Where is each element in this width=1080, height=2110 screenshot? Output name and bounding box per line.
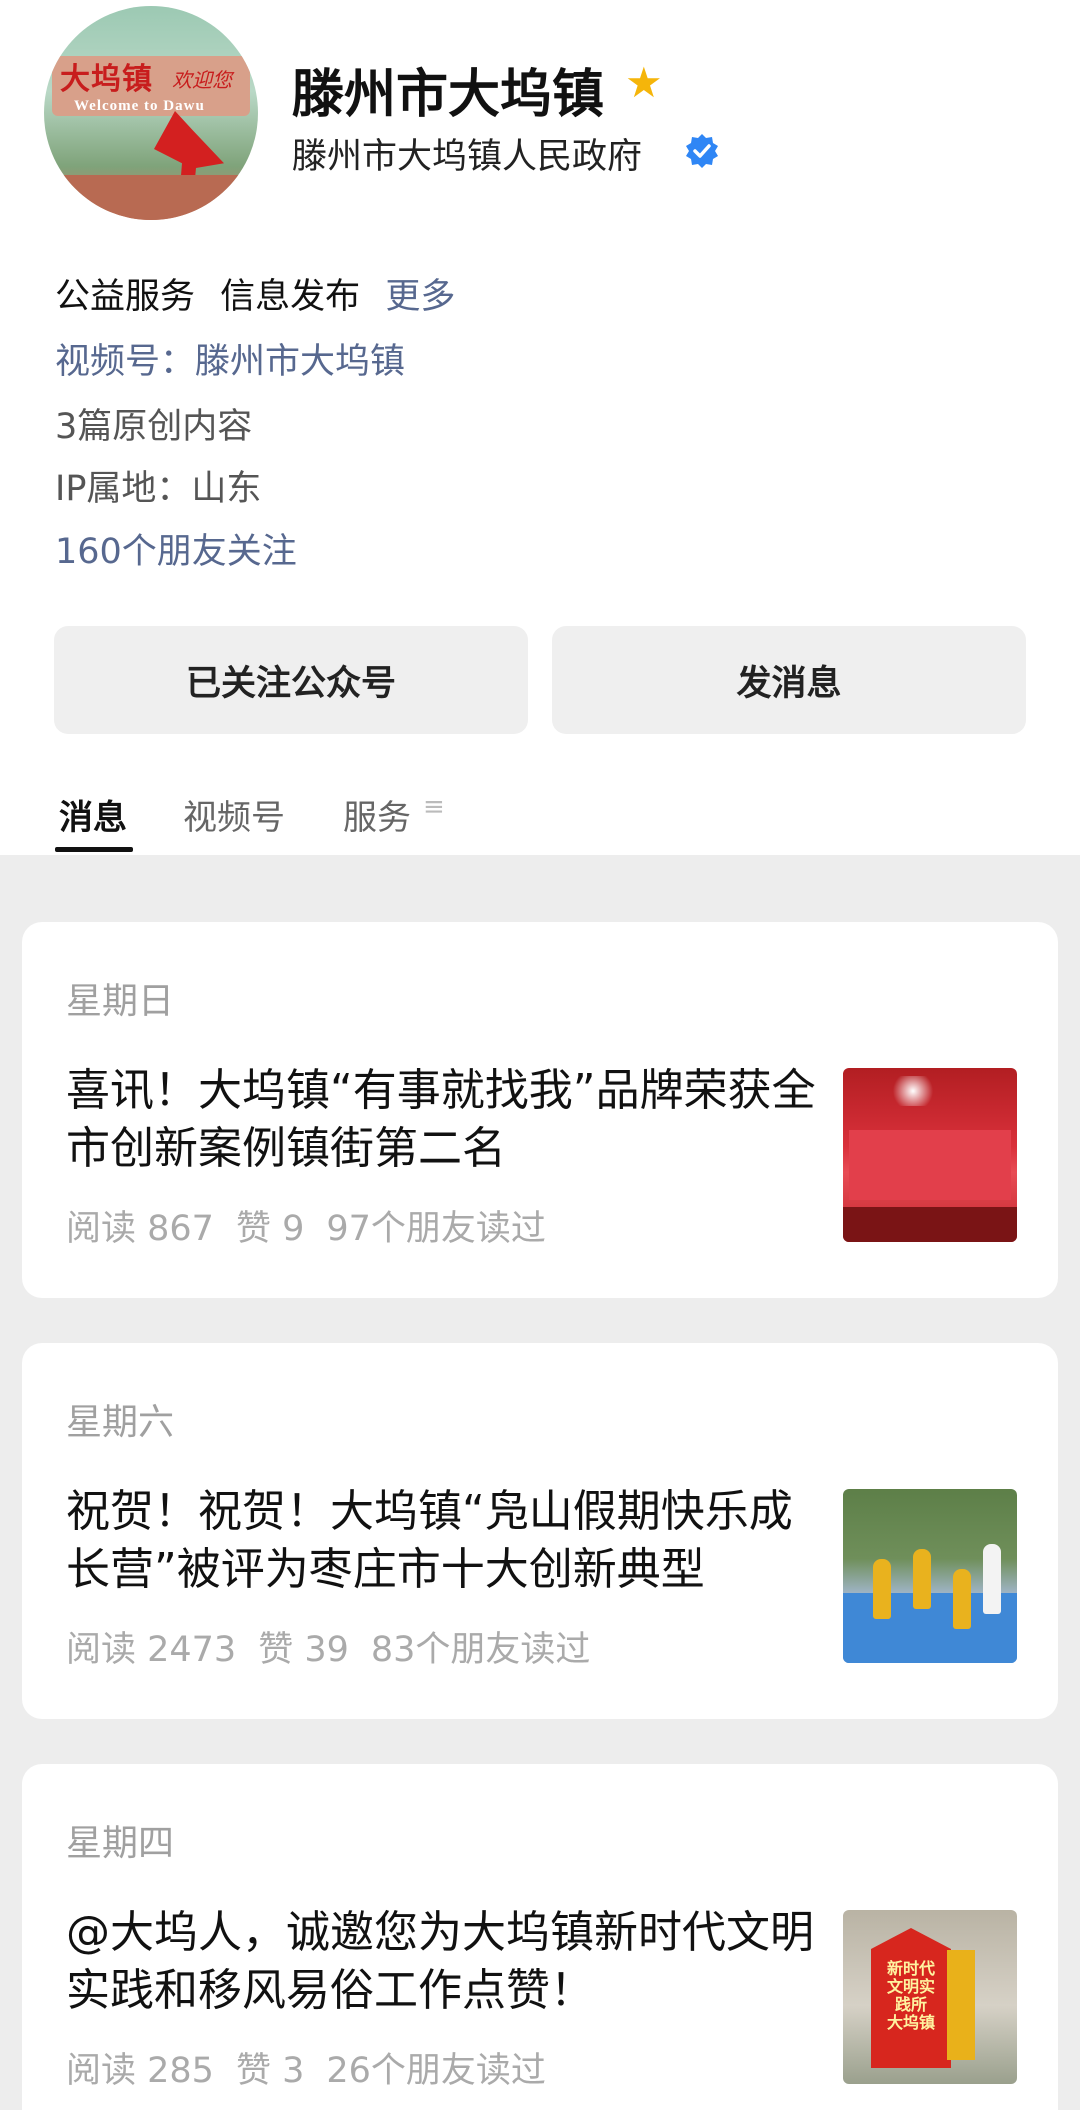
- friends-read: 97个朋友读过: [326, 1209, 546, 1249]
- friends-read: 26个朋友读过: [326, 2051, 546, 2091]
- active-tab-indicator: [55, 847, 133, 852]
- friends-read: 83个朋友读过: [370, 1630, 591, 1670]
- avatar[interactable]: 大坞镇 欢迎您 Welcome to Dawu: [44, 6, 258, 220]
- article-title[interactable]: @大坞人，诚邀您为大坞镇新时代文明实践和移风易俗工作点赞！: [66, 1904, 836, 2020]
- account-org[interactable]: 滕州市大坞镇人民政府: [292, 128, 642, 179]
- message-feed: 星期日 喜讯！大坞镇“有事就找我”品牌荣获全市创新案例镇街第二名 阅读 867 赞…: [0, 855, 1080, 2110]
- article-card[interactable]: 星期四 @大坞人，诚邀您为大坞镇新时代文明实践和移风易俗工作点赞！ 阅读 285…: [22, 1764, 1058, 2110]
- like-count: 赞 9: [235, 1209, 305, 1249]
- article-thumbnail[interactable]: [843, 1068, 1017, 1242]
- article-card[interactable]: 星期日 喜讯！大坞镇“有事就找我”品牌荣获全市创新案例镇街第二名 阅读 867 赞…: [22, 922, 1058, 1298]
- article-thumbnail[interactable]: [843, 1489, 1017, 1663]
- article-card[interactable]: 星期六 祝贺！祝贺！大坞镇“凫山假期快乐成长营”被评为枣庄市十大创新典型 阅读 …: [22, 1343, 1058, 1719]
- article-thumbnail[interactable]: 新时代 文明实践所 大坞镇: [843, 1910, 1017, 2084]
- read-count: 阅读 2473: [66, 1630, 237, 1670]
- article-day: 星期六: [66, 1402, 175, 1443]
- service-tags: 公益服务 信息发布 更多: [55, 268, 469, 319]
- original-content-count: 3篇原创内容: [55, 407, 253, 447]
- more-link[interactable]: 更多: [385, 277, 455, 317]
- tag-info-release: 信息发布: [220, 277, 361, 317]
- article-day: 星期四: [66, 1823, 175, 1864]
- avatar-text: 大坞镇: [60, 62, 153, 97]
- article-title[interactable]: 祝贺！祝贺！大坞镇“凫山假期快乐成长营”被评为枣庄市十大创新典型: [66, 1483, 836, 1599]
- tab-messages[interactable]: 消息: [59, 790, 127, 839]
- avatar-text-secondary: 欢迎您: [172, 68, 232, 92]
- profile-header: 大坞镇 欢迎您 Welcome to Dawu 滕州市大坞镇 ★ 滕州市大坞镇人…: [0, 0, 1080, 855]
- like-count: 赞 3: [235, 2051, 305, 2091]
- article-stats: 阅读 285 赞 3 26个朋友读过: [66, 2042, 568, 2093]
- avatar-subtext: Welcome to Dawu: [74, 98, 205, 114]
- menu-icon[interactable]: ≡: [423, 792, 445, 822]
- tag-public-service: 公益服务: [55, 277, 196, 317]
- tab-service[interactable]: 服务: [343, 790, 411, 839]
- account-name: 滕州市大坞镇: [292, 65, 605, 125]
- followed-button[interactable]: 已关注公众号: [54, 626, 528, 734]
- verified-badge-icon: [686, 134, 718, 168]
- star-icon[interactable]: ★: [625, 62, 663, 104]
- send-message-button[interactable]: 发消息: [552, 626, 1026, 734]
- sign-text: 新时代 文明实践所 大坞镇: [886, 1959, 935, 2032]
- article-day: 星期日: [66, 981, 175, 1022]
- tab-video[interactable]: 视频号: [183, 790, 285, 839]
- article-stats: 阅读 867 赞 9 97个朋友读过: [66, 1200, 568, 1251]
- ip-location: IP属地：山东: [55, 469, 262, 509]
- article-title[interactable]: 喜讯！大坞镇“有事就找我”品牌荣获全市创新案例镇街第二名: [66, 1062, 836, 1178]
- article-stats: 阅读 2473 赞 39 83个朋友读过: [66, 1621, 612, 1672]
- read-count: 阅读 285: [66, 2051, 214, 2091]
- like-count: 赞 39: [258, 1630, 349, 1670]
- read-count: 阅读 867: [66, 1209, 214, 1249]
- video-channel-link[interactable]: 视频号：滕州市大坞镇: [55, 333, 405, 384]
- avatar-ground: [44, 175, 258, 220]
- friends-following-link[interactable]: 160个朋友关注: [55, 523, 297, 574]
